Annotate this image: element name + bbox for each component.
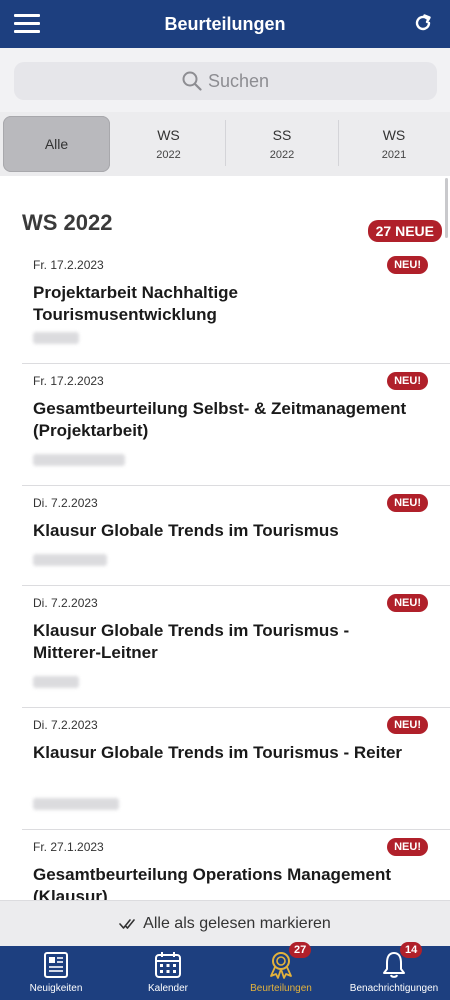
- item-date: Fr. 17.2.2023: [33, 258, 104, 272]
- blurred-subtitle: [33, 454, 125, 466]
- search-placeholder: Suchen: [207, 70, 270, 91]
- semester-filter: Alle WS 2022 SS 2022 WS 2021: [0, 112, 450, 176]
- section-title: WS 2022: [22, 210, 113, 235]
- scrollbar[interactable]: [445, 178, 448, 238]
- filter-label: SS: [272, 127, 292, 143]
- item-title: Gesamtbeurteilung Operations Management …: [33, 865, 392, 900]
- nav-label: Beurteilungen: [250, 983, 312, 994]
- filter-ss-2022[interactable]: SS 2022: [226, 116, 338, 172]
- item-date: Di. 7.2.2023: [33, 596, 98, 610]
- nav-item-benachrichtigungen[interactable]: 14 Benachrichtigungen: [338, 942, 450, 1000]
- filter-ws-2021[interactable]: WS 2021: [339, 116, 449, 172]
- item-title: Klausur Globale Trends im Tourismus - Re…: [33, 743, 403, 762]
- list-item[interactable]: Fr. 17.2.2023 NEU! Projektarbeit Nachhal…: [22, 248, 450, 364]
- blurred-subtitle: [33, 554, 107, 566]
- grades-list[interactable]: WS 2022 27 NEUE Fr. 17.2.2023 NEU! Proje…: [0, 176, 450, 900]
- item-title: Projektarbeit Nachhaltige Tourismusentwi…: [33, 283, 239, 324]
- filter-label: Alle: [44, 136, 69, 152]
- new-badge: NEU!: [387, 494, 428, 512]
- nav-item-kalender[interactable]: Kalender: [112, 946, 224, 1000]
- item-title: Klausur Globale Trends im Tourismus - Mi…: [33, 621, 350, 662]
- filter-year: 2021: [381, 149, 407, 161]
- refresh-icon[interactable]: [412, 12, 434, 34]
- search-icon: [182, 71, 202, 91]
- search-input[interactable]: Suchen: [14, 62, 437, 100]
- new-count-badge: 27 NEUE: [367, 220, 442, 242]
- nav-label: Neuigkeiten: [29, 983, 83, 994]
- nav-item-beurteilungen[interactable]: 27 Beurteilungen: [225, 942, 337, 1000]
- filter-ws-2022[interactable]: WS 2022: [112, 116, 225, 172]
- filter-year: 2022: [156, 149, 181, 161]
- list-item[interactable]: Fr. 27.1.2023 NEU! Gesamtbeurteilung Ope…: [22, 830, 450, 900]
- nav-label: Benachrichtigungen: [349, 983, 439, 994]
- new-badge: NEU!: [387, 594, 428, 612]
- item-date: Di. 7.2.2023: [33, 496, 98, 510]
- list-item[interactable]: Di. 7.2.2023 NEU! Klausur Globale Trends…: [22, 486, 450, 586]
- mark-all-read-button[interactable]: Alle als gelesen markieren: [0, 900, 450, 946]
- calendar-icon: [153, 950, 183, 980]
- blurred-subtitle: [33, 676, 79, 688]
- filter-alle[interactable]: Alle: [3, 116, 110, 172]
- bottom-nav: Neuigkeiten Kalender 27 Beurteilungen 14…: [0, 942, 450, 1000]
- item-date: Fr. 17.2.2023: [33, 374, 104, 388]
- new-badge: NEU!: [387, 838, 428, 856]
- list-item[interactable]: Di. 7.2.2023 NEU! Klausur Globale Trends…: [22, 586, 450, 708]
- nav-badge: 14: [400, 942, 423, 958]
- nav-label: Kalender: [147, 983, 189, 994]
- mark-all-read-label: Alle als gelesen markieren: [143, 914, 331, 932]
- nav-item-neuigkeiten[interactable]: Neuigkeiten: [0, 946, 112, 1000]
- new-badge: NEU!: [387, 256, 428, 274]
- newspaper-icon: [41, 950, 71, 980]
- new-badge: NEU!: [387, 372, 428, 390]
- double-check-icon: [119, 918, 135, 929]
- blurred-subtitle: [33, 798, 119, 810]
- app-header: Beurteilungen: [0, 0, 450, 48]
- item-title: Gesamtbeurteilung Selbst- & Zeitmanageme…: [33, 399, 407, 440]
- filter-year: 2022: [269, 149, 295, 161]
- item-date: Di. 7.2.2023: [33, 718, 98, 732]
- new-badge: NEU!: [387, 716, 428, 734]
- filter-label: WS: [382, 127, 406, 143]
- nav-badge: 27: [289, 942, 312, 958]
- list-item[interactable]: Fr. 17.2.2023 NEU! Gesamtbeurteilung Sel…: [22, 364, 450, 486]
- hamburger-icon[interactable]: [14, 14, 40, 34]
- list-item[interactable]: Di. 7.2.2023 NEU! Klausur Globale Trends…: [22, 708, 450, 830]
- item-title: Klausur Globale Trends im Tourismus: [33, 521, 339, 540]
- blurred-subtitle: [33, 332, 79, 344]
- page-title: Beurteilungen: [164, 13, 286, 34]
- item-date: Fr. 27.1.2023: [33, 840, 104, 854]
- filter-label: WS: [157, 127, 180, 143]
- search-bar-container: Suchen: [0, 48, 450, 112]
